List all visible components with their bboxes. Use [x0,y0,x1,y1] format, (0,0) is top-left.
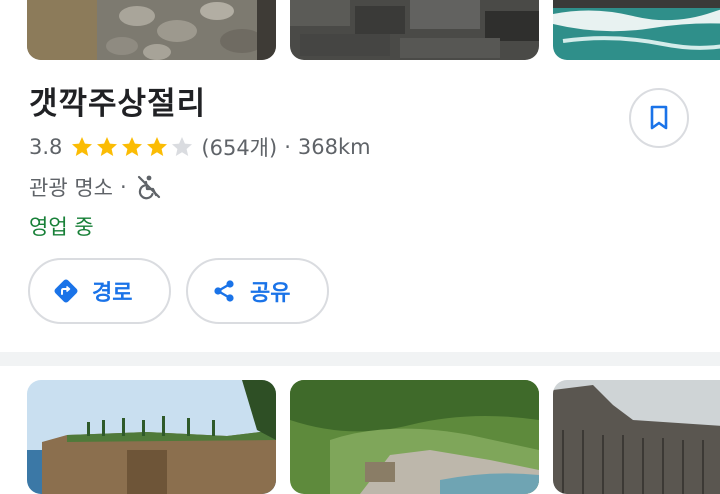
section-divider [0,352,720,366]
place-title: 갯깍주상절리 [29,86,207,122]
directions-icon [54,279,78,303]
star-filled-icon [147,137,168,156]
photo-thumbnail-6[interactable] [553,380,720,494]
rating-row: 3.8 (654개) · 368km [29,132,371,162]
bookmark-icon [650,105,668,130]
distance: 368km [297,135,371,159]
directions-label: 경로 [92,281,133,306]
star-filled-icon [122,137,143,156]
photo-thumbnail-5[interactable] [290,380,539,494]
category-row: 관광 명소 · [29,172,163,202]
star-rating [70,135,195,159]
review-count[interactable]: (654개) [201,132,277,162]
save-button[interactable] [629,88,689,148]
share-icon [214,280,234,302]
place-category: 관광 명소 [29,176,113,200]
star-filled-icon [72,137,93,156]
directions-button[interactable]: 경로 [28,258,171,324]
photo-thumbnail-1[interactable] [27,0,276,60]
star-filled-icon [97,137,118,156]
photo-thumbnail-2[interactable] [290,0,539,60]
share-label: 공유 [250,281,291,306]
rating-value: 3.8 [29,135,63,159]
star-empty-icon [172,137,193,156]
no-wheelchair-icon [137,175,160,200]
separator-dot: · [119,175,127,199]
separator-dot: · [284,135,291,159]
open-status: 영업 중 [29,215,94,239]
share-button[interactable]: 공유 [186,258,329,324]
photo-thumbnail-4[interactable] [27,380,276,494]
photo-thumbnail-3[interactable] [553,0,720,60]
